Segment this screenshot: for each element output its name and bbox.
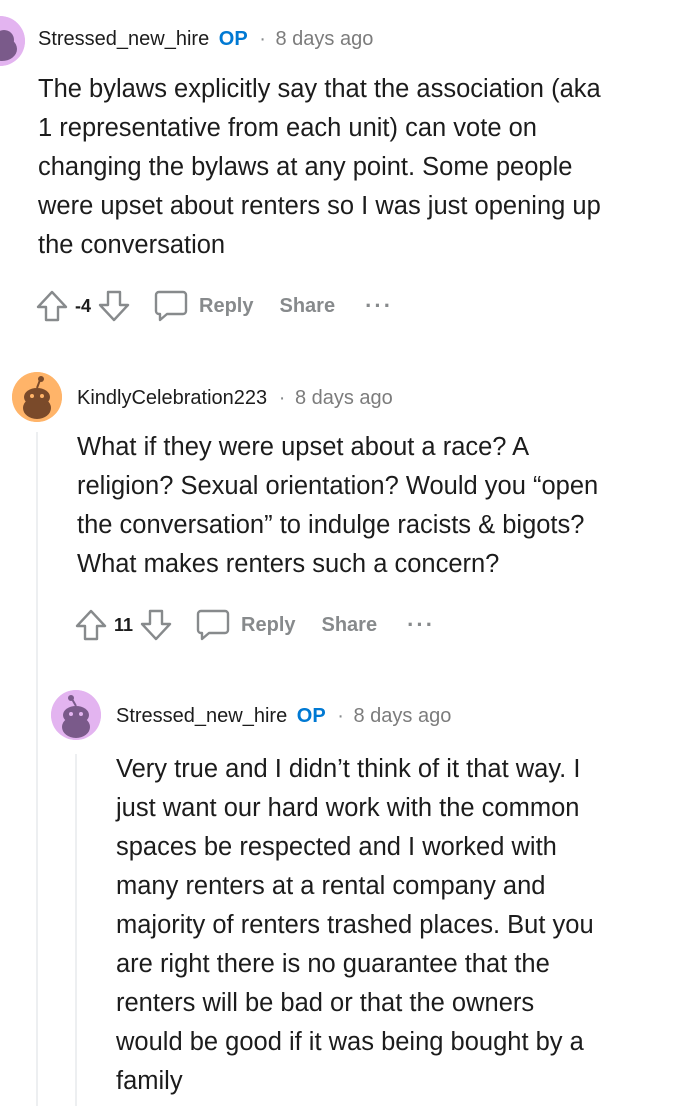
snoo-avatar-icon[interactable] — [12, 372, 62, 422]
vote-score: -4 — [75, 295, 92, 316]
reply-button[interactable]: Reply — [195, 607, 296, 643]
reply-label: Reply — [199, 294, 254, 317]
downvote-icon[interactable] — [97, 289, 131, 323]
timestamp[interactable]: 8 days ago — [353, 705, 451, 727]
author-link[interactable]: Stressed_new_hire — [38, 28, 209, 50]
comment-actions: 11 Reply Share ··· — [74, 607, 435, 643]
comment-meta: KindlyCelebration223 · 8 days ago — [77, 386, 393, 410]
reply-label: Reply — [241, 613, 296, 636]
reply-button[interactable]: Reply — [153, 288, 253, 324]
comment-actions: -4 Reply Share ··· — [35, 288, 393, 324]
share-button[interactable]: Share — [279, 295, 335, 318]
downvote-icon[interactable] — [139, 608, 173, 642]
comment-meta: Stressed_new_hire OP · 8 days ago — [38, 27, 373, 51]
snoo-avatar-icon[interactable] — [51, 690, 101, 740]
comment-line: spaces be respected and I worked with — [116, 833, 557, 861]
thread-line[interactable] — [36, 432, 38, 1106]
more-dots-icon[interactable]: ··· — [407, 612, 435, 638]
upvote-icon[interactable] — [35, 289, 69, 323]
comment-line: The bylaws explicitly say that the assoc… — [38, 75, 601, 103]
comment-line: the conversation” to indulge racists & b… — [77, 511, 585, 539]
comment-line: What if they were upset about a race? A — [77, 433, 530, 461]
comment-line: family — [116, 1067, 183, 1095]
comment-body: The bylaws explicitly say that the assoc… — [38, 70, 698, 265]
comment-line: the conversation — [38, 231, 226, 259]
author-link[interactable]: Stressed_new_hire — [116, 705, 287, 727]
comment-body: Very true and I didn’t think of it that … — [116, 750, 696, 1101]
snoo-avatar-icon[interactable] — [0, 16, 25, 66]
comment-meta: Stressed_new_hire OP · 8 days ago — [116, 704, 451, 728]
comment-line: many renters at a rental company and — [116, 872, 546, 900]
op-badge: OP — [296, 705, 326, 727]
timestamp[interactable]: 8 days ago — [295, 387, 393, 409]
comment-body: What if they were upset about a race? A … — [77, 428, 697, 584]
meta-separator: · — [278, 387, 286, 409]
timestamp[interactable]: 8 days ago — [275, 28, 373, 50]
comment-line: just want our hard work with the common — [116, 794, 580, 822]
comment-line: would be good if it was being bought by … — [116, 1028, 584, 1056]
comment-line: changing the bylaws at any point. Some p… — [38, 153, 573, 181]
meta-separator: · — [259, 28, 266, 50]
author-link[interactable]: KindlyCelebration223 — [77, 387, 267, 409]
share-button[interactable]: Share — [322, 614, 378, 637]
thread-line[interactable] — [75, 754, 77, 1106]
meta-separator: · — [337, 705, 344, 727]
upvote-icon[interactable] — [74, 608, 108, 642]
comment-bubble-icon — [153, 288, 189, 324]
comment-line: renters will be bad or that the owners — [116, 989, 535, 1017]
comment-line: Very true and I didn’t think of it that … — [116, 755, 581, 783]
comment-line: religion? Sexual orientation? Would you … — [77, 472, 599, 500]
comment-line: What makes renters such a concern? — [77, 550, 500, 578]
comment-line: were upset about renters so I was just o… — [38, 192, 601, 220]
comment-line: majority of renters trashed places. But … — [116, 911, 594, 939]
comment-line: 1 representative from each unit) can vot… — [38, 114, 537, 142]
more-dots-icon[interactable]: ··· — [365, 293, 393, 319]
comment-line: are right there is no guarantee that the — [116, 950, 550, 978]
comment-bubble-icon — [195, 607, 231, 643]
vote-score: 11 — [114, 614, 134, 635]
op-badge: OP — [218, 28, 248, 50]
